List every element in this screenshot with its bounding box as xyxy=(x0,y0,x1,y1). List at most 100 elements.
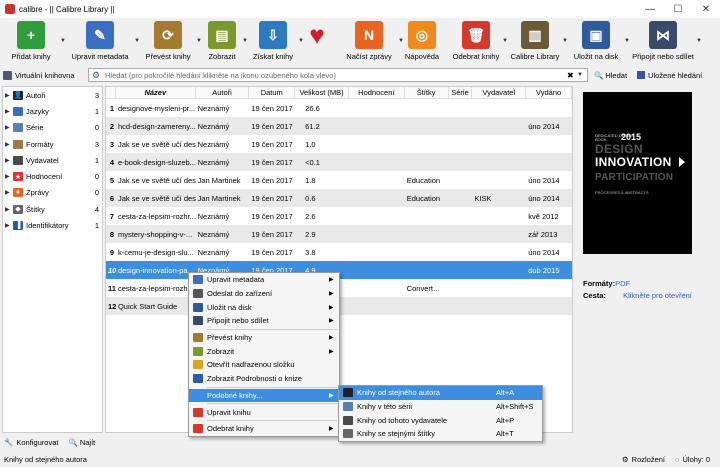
expand-arrow-icon[interactable]: ▶ xyxy=(5,141,13,148)
table-cell: 11 xyxy=(108,283,116,293)
table-row[interactable]: 5 Jak se ve světě učí des... Jan Martinek 1… xyxy=(106,171,572,189)
layout-button[interactable]: ⚙ Rozložení xyxy=(622,455,665,464)
toolbar-button-pripojit-nebo-sdilet[interactable]: ⋈ Připojit nebo sdílet ▼ xyxy=(630,18,702,66)
column-header-datum[interactable]: Datum xyxy=(249,87,296,98)
configure-button[interactable]: Konfigurovat xyxy=(16,438,58,447)
expand-arrow-icon[interactable]: ▶ xyxy=(5,222,13,229)
expand-arrow-icon[interactable]: ▶ xyxy=(5,206,13,213)
table-cell: Jan Martinek xyxy=(197,175,241,185)
menu-item-knihy-od-tohoto-vydavatele[interactable]: Knihy od tohoto vydavatele Alt+P xyxy=(339,413,542,427)
tag-category-autori[interactable]: ▶ 👤 Autoři 3 xyxy=(3,87,102,103)
expand-arrow-icon[interactable]: ▶ xyxy=(5,108,13,115)
toolbar-button-upravit-metadata[interactable]: ✎ Upravit metadata ▼ xyxy=(66,18,140,66)
expand-arrow-icon[interactable]: ▶ xyxy=(5,189,13,196)
table-row[interactable]: 3 Jak se ve světě učí des... Neznámý 19 čen… xyxy=(106,135,572,153)
menu-item-zobrazit-podrobnosti-o-knize[interactable]: Zobrazit Podrobnosti o knize xyxy=(189,372,339,386)
column-header-stitky[interactable]: Štítky xyxy=(405,87,449,98)
menu-item-upravit-knihu[interactable]: Upravit knihu xyxy=(189,405,339,419)
tag-category-hodnoceni[interactable]: ▶ ★ Hodnocení 0 xyxy=(3,168,102,184)
column-header-index[interactable] xyxy=(106,87,116,98)
column-header-nazev[interactable]: Název xyxy=(116,87,196,98)
minimize-button[interactable]: — xyxy=(636,0,664,18)
menu-item-odebrat-knihy[interactable]: Odebrat knihy ▶ xyxy=(189,422,339,436)
table-row[interactable]: 6 Jak se ve světě učí des... Jan Martinek 1… xyxy=(106,189,572,207)
toolbar-button-ziskat-knihy[interactable]: ⇩ Získat knihy ▼ xyxy=(248,18,304,66)
toolbar-button-prevest-knihy[interactable]: ⟳ Převést knihy ▼ xyxy=(140,18,202,66)
toolbar-button-donate[interactable]: ♥ xyxy=(300,18,334,66)
toolbar-button-calibre-library[interactable]: ▥ Calibre Library ▼ xyxy=(508,18,568,66)
close-button[interactable]: ✕ xyxy=(692,0,720,18)
menu-item-knihy-v-teto-serii[interactable]: Knihy v této sérii Alt+Shift+S xyxy=(339,400,542,414)
formats-link[interactable]: PDF xyxy=(615,279,630,288)
chevron-down-icon[interactable]: ▼ xyxy=(577,72,587,78)
column-header-vydavatel[interactable]: Vydavatel xyxy=(472,87,527,98)
dropdown-arrow-icon[interactable]: ▼ xyxy=(696,38,702,44)
menu-item-shortcut: Alt+T xyxy=(496,429,514,439)
toolbar-button-nacist-zpravy[interactable]: N Načíst zprávy ▼ xyxy=(340,18,404,66)
tag-category-count: 1 xyxy=(94,155,99,165)
table-cell: Jak se ve světě učí des... xyxy=(117,139,196,149)
series-icon xyxy=(13,123,23,133)
virtual-library-button[interactable]: Virtuální knihovna xyxy=(0,70,88,80)
toolbar-button-ulozit-na-disk[interactable]: ▣ Uložit na disk ▼ xyxy=(568,18,630,66)
menu-item-zobrazit[interactable]: Zobrazit ▶ xyxy=(189,344,339,358)
expand-arrow-icon[interactable]: ▶ xyxy=(5,124,13,131)
clear-search-icon[interactable]: ✖ xyxy=(567,71,577,80)
info-icon xyxy=(193,374,203,384)
tag-category-zpravy[interactable]: ▶ ● Zprávy 0 xyxy=(3,185,102,201)
menu-separator xyxy=(207,403,337,405)
toolbar-button-zobrazit[interactable]: ▤ Zobrazit ▼ xyxy=(202,18,248,66)
context-menu[interactable]: Upravit metadata ▶ Odeslat do zařízení ▶ Ulo… xyxy=(188,272,340,437)
expand-arrow-icon[interactable]: ▶ xyxy=(5,157,13,164)
menu-item-ulozit-na-disk[interactable]: Uložit na disk ▶ xyxy=(189,300,339,314)
tag-category-stitky[interactable]: ▶ ◆ Štítky 4 xyxy=(3,201,102,217)
expand-arrow-icon[interactable]: ▶ xyxy=(5,173,13,180)
table-cell: 1.0 xyxy=(305,139,316,149)
jobs-indicator[interactable]: ◌ Úlohy: 0 xyxy=(675,455,710,464)
search-box[interactable]: ⚙ Hledat (pro pokročilé hledání klikněte… xyxy=(88,68,588,82)
menu-item-otevrit-nadrazenou-slozku[interactable]: Otevřít nadřazenou složku xyxy=(189,358,339,372)
table-row[interactable]: 4 e-book-design-sluzeb... Neznámý 19 čen 20… xyxy=(106,153,572,171)
search-input[interactable]: Hledat (pro pokročilé hledání klikněte n… xyxy=(105,71,567,80)
table-row[interactable]: 7 cesta-za-lepsim-rozhr... Neznámý 19 čen 2… xyxy=(106,207,572,225)
tag-category-serie[interactable]: ▶ Série 0 xyxy=(3,120,102,136)
menu-item-odeslat-do-zarizeni[interactable]: Odeslat do zařízení ▶ xyxy=(189,287,339,301)
menu-item-knihy-od-stejneho-autora[interactable]: Knihy od stejného autora Alt+A xyxy=(339,386,542,400)
tag-category-jazyky[interactable]: ▶ Jazyky 1 xyxy=(3,103,102,119)
find-button[interactable]: Najít xyxy=(80,438,95,447)
tag-category-vydavatel[interactable]: ▶ Vydavatel 1 xyxy=(3,152,102,168)
menu-item-pripojit-nebo-sdilet[interactable]: Připojit nebo sdílet ▶ xyxy=(189,314,339,328)
book-cover[interactable]: DEDICATED DESIGN BOOK 2015 DESIGN INNOVA… xyxy=(583,92,692,254)
similar-books-submenu[interactable]: Knihy od stejného autora Alt+A Knihy v tét… xyxy=(338,385,543,442)
saved-search-button[interactable]: Uložené hledání xyxy=(637,71,702,80)
table-row[interactable]: 8 mystery-shopping-v-... Neznámý 19 čen 201… xyxy=(106,225,572,243)
menu-item-podobne-knihy[interactable]: Podobné knihy... ▶ xyxy=(189,388,339,403)
column-header-velikost-mb[interactable]: Velikost (MB) xyxy=(295,87,349,98)
column-header-autori[interactable]: Autoři xyxy=(196,87,250,98)
column-header-hodnoceni[interactable]: Hodnocení xyxy=(349,87,405,98)
gear-icon[interactable]: ⚙ xyxy=(92,70,102,81)
layout-label: Rozložení xyxy=(631,455,666,464)
maximize-button[interactable]: ☐ xyxy=(664,0,692,18)
expand-arrow-icon[interactable]: ▶ xyxy=(5,92,13,99)
tag-category-identifikatory[interactable]: ▶ ▐ Identifikátory 1 xyxy=(3,217,102,233)
menu-item-upravit-metadata[interactable]: Upravit metadata ▶ xyxy=(189,273,339,287)
column-header-serie[interactable]: Série xyxy=(449,87,473,98)
path-link[interactable]: Klikněte pro otevření xyxy=(623,291,692,300)
toolbar-button-napoveda[interactable]: ◎ Nápověda xyxy=(400,18,444,66)
menu-item-prevest-knihy[interactable]: Převést knihy ▶ xyxy=(189,331,339,345)
column-header-vydano[interactable]: Vydáno xyxy=(526,87,572,98)
table-cell: Convert... xyxy=(406,283,440,293)
toolbar-button-odebrat-knihy[interactable]: 🗑 Odebrat knihy ▼ xyxy=(450,18,508,66)
submenu-arrow-icon: ▶ xyxy=(329,277,334,284)
table-row[interactable]: 2 hcd-design-zamereny... Neznámý 19 čen 201… xyxy=(106,117,572,135)
tag-category-label: Formáty xyxy=(26,139,54,149)
table-row[interactable]: 9 k-cemu-je-design-slu... Neznámý 19 čen 20… xyxy=(106,243,572,261)
table-row[interactable]: 1 designove-mysleni-pr... Neznámý 19 čen 20… xyxy=(106,99,572,117)
toolbar-button-pridat-knihy[interactable]: + Přidat knihy ▼ xyxy=(2,18,66,66)
menu-item-knihy-se-stejnymi-stitky[interactable]: Knihy se stejnými štítky Alt+T xyxy=(339,427,542,441)
tag-browser[interactable]: ▶ 👤 Autoři 3 ▶ Jazyky 1 ▶ Série 0 ▶ Formáty 3 ▶ Vydava… xyxy=(2,86,103,433)
search-button[interactable]: 🔍 Hledat xyxy=(594,71,627,80)
virtual-library-label: Virtuální knihovna xyxy=(15,70,75,80)
tag-category-formaty[interactable]: ▶ Formáty 3 xyxy=(3,136,102,152)
